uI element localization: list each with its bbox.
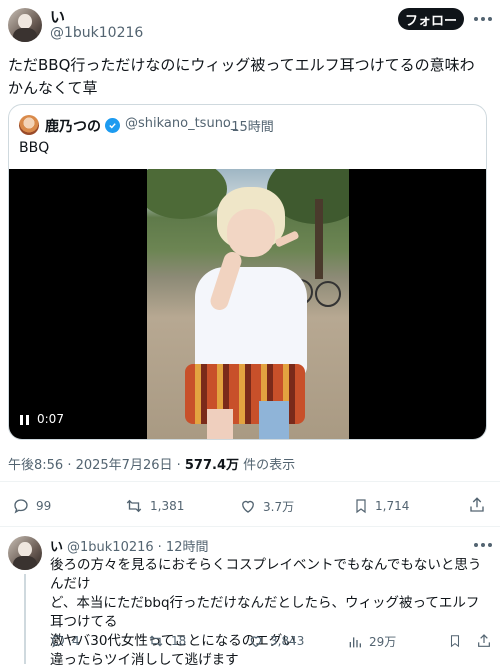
reply-icon xyxy=(52,635,64,648)
more-options-icon[interactable] xyxy=(474,17,492,21)
reply-author-avatar[interactable] xyxy=(8,536,42,570)
reply-repost-button[interactable]: 18 xyxy=(147,633,186,649)
divider xyxy=(0,481,500,482)
divider xyxy=(0,526,500,527)
verified-badge-icon xyxy=(105,118,120,133)
reply-line: 違ったらツイ消しして逃げます xyxy=(50,652,239,666)
quote-author-handle[interactable]: @shikano_tsuno_ xyxy=(125,116,237,131)
reply-author-handle[interactable]: @1buk10216 xyxy=(67,540,154,555)
reply-views-count: 29万 xyxy=(369,635,397,649)
bookmark-icon xyxy=(450,635,460,648)
reply-share-button[interactable] xyxy=(476,633,492,649)
views-count: 577.4万 xyxy=(184,458,240,473)
reply-like-count: 3,843 xyxy=(270,634,305,648)
views-suffix: 件の表示 xyxy=(239,458,296,473)
author-avatar[interactable] xyxy=(8,8,42,42)
bookmark-icon xyxy=(356,499,366,514)
quote-author-avatar[interactable] xyxy=(19,115,39,135)
reply-icon xyxy=(14,499,28,514)
share-button[interactable] xyxy=(468,496,486,514)
quote-time: · 15時間 xyxy=(223,120,274,135)
reply-line: 後ろの方々を見るにおそらくコスプレイベントでもなんでもないと思うんだけ xyxy=(50,557,482,592)
reply-count: 99 xyxy=(36,499,52,513)
reply-repost-count: 18 xyxy=(171,634,187,648)
repost-count: 1,381 xyxy=(150,499,185,513)
post-timestamp[interactable]: 午後8:56 · 2025年7月26日 · xyxy=(8,458,185,473)
video-player[interactable]: 0:07 xyxy=(9,169,486,439)
reply-reply-button[interactable]: 4 xyxy=(50,633,80,649)
reply-bookmark-button[interactable] xyxy=(448,633,462,649)
reply-views-button[interactable]: 29万 xyxy=(347,633,396,650)
reply-button[interactable]: 99 xyxy=(12,497,51,515)
reply-header: い @1buk10216 · 12時間 xyxy=(50,536,208,555)
reply-time: · 12時間 xyxy=(157,540,209,555)
like-icon xyxy=(242,500,254,513)
follow-button[interactable]: フォロー xyxy=(398,8,464,30)
like-button[interactable]: 3.7万 xyxy=(239,497,294,515)
repost-button[interactable]: 1,381 xyxy=(124,497,184,515)
repost-icon xyxy=(149,635,163,647)
post-meta: 午後8:56 · 2025年7月26日 · 577.4万 件の表示 xyxy=(8,454,295,473)
like-icon xyxy=(250,636,262,648)
bookmark-button[interactable]: 1,714 xyxy=(353,497,409,515)
video-time: 0:07 xyxy=(37,412,64,426)
reply-line: ど、本当にただbbq行っただけなんだとしたら、ウィッグ被ってエルフ耳つけてる xyxy=(50,595,480,630)
reply-more-options-icon[interactable] xyxy=(474,543,492,547)
views-icon xyxy=(349,636,361,647)
repost-icon xyxy=(126,499,142,513)
share-icon xyxy=(478,634,490,647)
reply-text: 後ろの方々を見るにおそらくコスプレイベントでもなんでもないと思うんだけ ど、本当… xyxy=(50,556,492,666)
pause-icon[interactable] xyxy=(20,415,29,425)
reply-like-button[interactable]: 3,843 xyxy=(248,633,304,649)
quote-author-name[interactable]: 鹿乃つの xyxy=(45,116,101,136)
quote-text: BBQ xyxy=(19,140,50,156)
author-handle[interactable]: @1buk10216 xyxy=(50,25,143,41)
author-name[interactable]: い xyxy=(50,6,65,27)
bookmark-count: 1,714 xyxy=(375,499,410,513)
thread-line xyxy=(24,574,26,664)
quoted-post[interactable]: 鹿乃つの @shikano_tsuno_ · 15時間 BBQ 0:07 xyxy=(8,104,487,440)
like-count: 3.7万 xyxy=(263,499,295,514)
reply-author-name[interactable]: い xyxy=(50,536,63,555)
video-frame xyxy=(147,169,349,439)
post-text: ただBBQ行っただけなのにウィッグ被ってエルフ耳つけてるの意味わかんなくて草 xyxy=(8,56,475,97)
reply-reply-count: 4 xyxy=(72,634,80,648)
share-icon xyxy=(470,497,484,512)
